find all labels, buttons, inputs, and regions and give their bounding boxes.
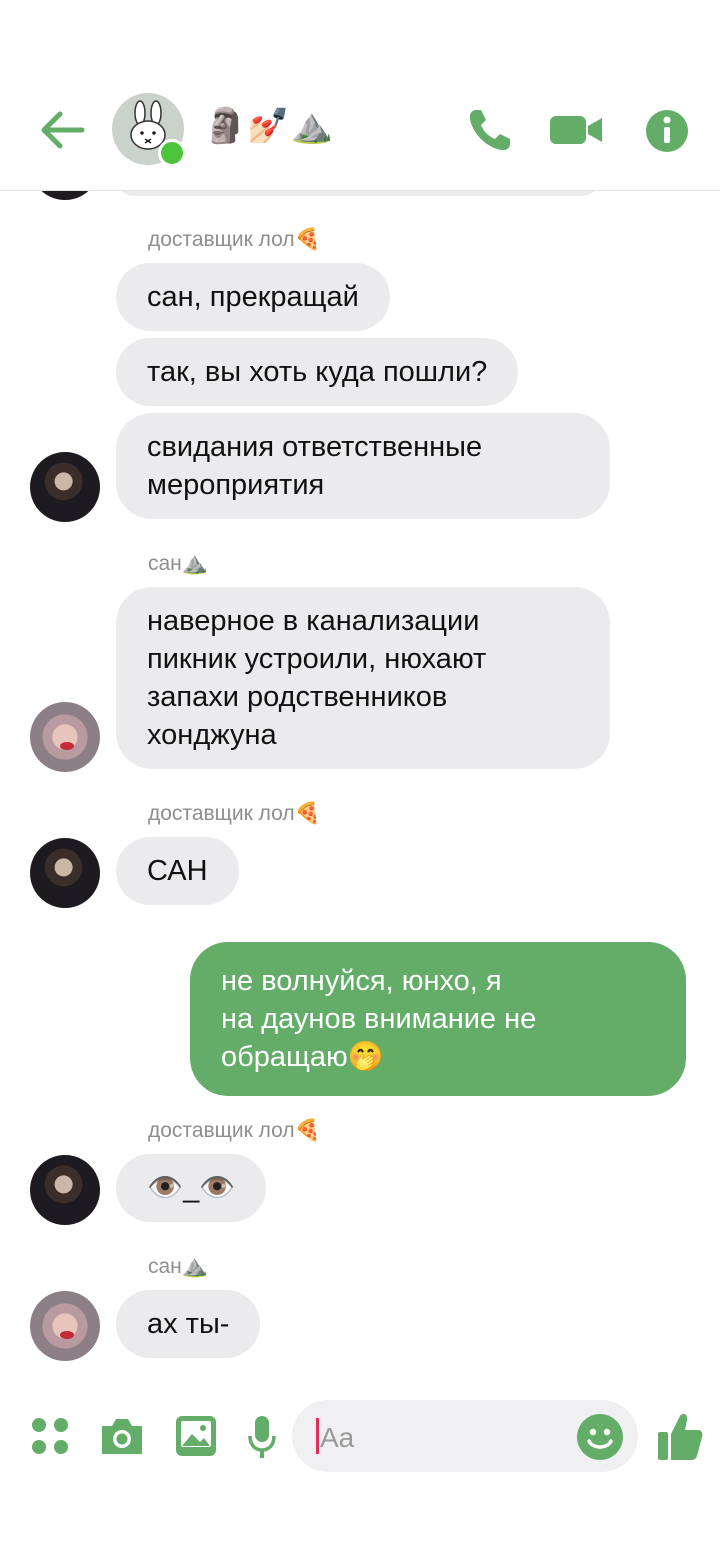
info-icon[interactable] [644, 108, 690, 154]
emoji-icon[interactable] [576, 1413, 624, 1461]
microphone-icon[interactable] [246, 1414, 278, 1460]
camera-icon[interactable] [98, 1414, 146, 1458]
message-list[interactable]: доставщик лол🍕 сан, прекращай так, вы хо… [0, 190, 720, 1380]
gallery-icon[interactable] [174, 1414, 218, 1458]
chat-header: 🗿💅🏻⛰️ [0, 0, 720, 191]
back-arrow-icon[interactable] [38, 108, 86, 152]
message-bubble[interactable]: так, вы хоть куда пошли? [116, 338, 519, 406]
message-bubble[interactable]: 👁️_👁️ [116, 1154, 267, 1222]
message-bubble[interactable]: свидания ответственные мероприятия [116, 413, 610, 519]
chat-title[interactable]: 🗿💅🏻⛰️ [204, 106, 334, 146]
text-caret [316, 1418, 319, 1454]
sender-name: сан⛰️ [148, 1255, 208, 1278]
phone-call-icon[interactable] [464, 104, 516, 156]
avatar-yunho[interactable] [30, 838, 100, 908]
avatar-san[interactable] [30, 702, 100, 772]
message-bubble[interactable]: наверное в канализации пикник устроили, … [116, 587, 610, 769]
message-input-placeholder: Aa [320, 1422, 355, 1453]
sender-name: доставщик лол🍕 [148, 1119, 321, 1142]
message-bubble[interactable]: сан, прекращай [116, 263, 390, 331]
thumbs-up-icon[interactable] [656, 1410, 704, 1462]
video-call-icon[interactable] [548, 104, 604, 156]
sender-name: доставщик лол🍕 [148, 228, 321, 251]
avatar-yunho[interactable] [30, 190, 100, 200]
sender-name: сан⛰️ [148, 552, 208, 575]
apps-grid-icon[interactable] [30, 1416, 70, 1456]
avatar-yunho[interactable] [30, 1155, 100, 1225]
avatar-san[interactable] [30, 1291, 100, 1361]
online-status-dot [158, 139, 186, 167]
chat-avatar[interactable] [112, 93, 186, 167]
avatar-yunho[interactable] [30, 452, 100, 522]
message-bubble[interactable]: ах ты- [116, 1290, 261, 1358]
sender-name: доставщик лол🍕 [148, 802, 321, 825]
outgoing-message-bubble[interactable]: не волнуйся, юнхо, я на даунов внимание … [190, 942, 686, 1096]
message-bubble[interactable]: САН [116, 837, 239, 905]
